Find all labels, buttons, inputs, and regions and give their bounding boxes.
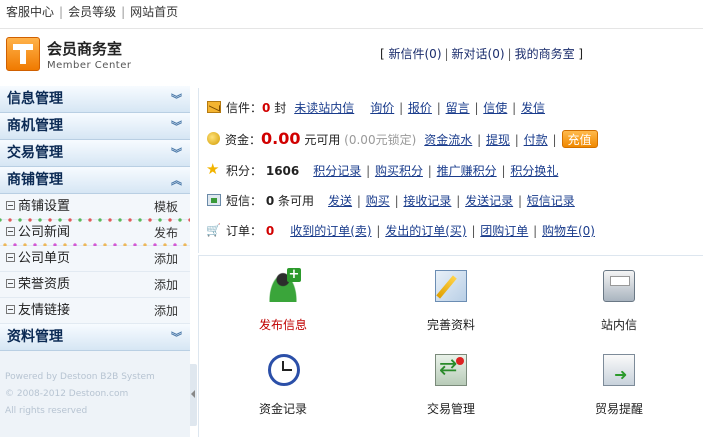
sidebar-section-profile[interactable]: 资料管理 ︾ [0, 324, 190, 351]
minus-box-icon [6, 305, 15, 314]
logo-icon [6, 37, 40, 71]
received-orders-link[interactable]: 收到的订单(卖) [290, 224, 371, 238]
sidebar-section-info[interactable]: 信息管理 ︾ [0, 86, 190, 113]
sidebar-item-action[interactable]: 添加 [154, 246, 178, 272]
logo-title: 会员商务室 [47, 40, 123, 58]
quote-link[interactable]: 报价 [408, 101, 432, 115]
shortcut-grid: 发布信息 完善资料 站内信 资金记录 交易管理 贸易提醒 [198, 255, 703, 437]
shortcut-trade[interactable]: 交易管理 [367, 340, 535, 424]
chevron-up-icon: ︽ [171, 174, 182, 187]
sms-history-link[interactable]: 短信记录 [527, 194, 575, 208]
messenger-link[interactable]: 信使 [483, 101, 507, 115]
account-summary: 信件：0 封未读站内信 询价 | 报价 | 留言 | 信使 | 发信 资金：0.0… [198, 88, 703, 253]
funds-row: 资金：0.00 元可用 (0.00元锁定) 资金流水 | 提现 | 付款 | 充值 [207, 129, 598, 149]
sidebar-item-friend-links[interactable]: 友情链接 添加 [0, 298, 190, 324]
my-office-link[interactable]: 我的商务室 [515, 47, 575, 61]
publish-user-icon [267, 268, 301, 302]
points-row: 积分： 1606积分记录 | 购买积分 | 推广赚积分 | 积分换礼 [206, 159, 558, 181]
sidebar: 信息管理 ︾ 商机管理 ︾ 交易管理 ︾ 商铺管理 ︽ 商铺设置 模板 公司新闻 发布 公司… [0, 86, 190, 437]
promote-points-link[interactable]: 推广赚积分 [437, 164, 497, 178]
edit-profile-icon [435, 270, 467, 302]
remind-icon [603, 354, 635, 386]
divider: | [121, 5, 126, 19]
withdraw-link[interactable]: 提现 [486, 133, 510, 147]
inbox-icon [603, 270, 635, 302]
trade-icon [435, 354, 467, 386]
sidebar-item-action[interactable]: 添加 [154, 298, 178, 324]
sms-sent-link[interactable]: 发送记录 [465, 194, 513, 208]
coin-icon [207, 132, 220, 145]
shortcut-edit-profile[interactable]: 完善资料 [367, 256, 535, 340]
sidebar-section-shop[interactable]: 商铺管理 ︽ [0, 167, 190, 194]
sidebar-section-trade[interactable]: 交易管理 ︾ [0, 140, 190, 167]
chevron-down-icon: ︾ [171, 147, 182, 160]
mail-count: 0 [262, 101, 271, 115]
star-icon [206, 159, 221, 179]
logo-subtitle: Member Center [47, 60, 132, 71]
header-links: [ 新信件(0) | 新对话(0) | 我的商务室 ] [380, 47, 584, 61]
top-bar: 客服中心 | 会员等级 | 网站首页 [0, 0, 703, 24]
sidebar-item-company-news[interactable]: 公司新闻 发布 [0, 218, 190, 247]
sms-send-link[interactable]: 发送 [328, 194, 352, 208]
top-link-service[interactable]: 客服中心 [6, 5, 54, 19]
chevron-down-icon: ︾ [171, 331, 182, 344]
mail-row: 信件：0 封未读站内信 询价 | 报价 | 留言 | 信使 | 发信 [207, 98, 545, 118]
minus-box-icon [6, 227, 15, 236]
cart-icon [206, 220, 221, 240]
sidebar-item-company-page[interactable]: 公司单页 添加 [0, 246, 190, 272]
sms-row: 短信： 0 条可用 发送 | 购买 | 接收记录 | 发送记录 | 短信记录 [207, 191, 575, 211]
copyright: Powered by Destoon B2B System © 2008-201… [5, 372, 155, 416]
new-mail-link[interactable]: 新信件(0) [389, 47, 442, 61]
shortcut-publish[interactable]: 发布信息 [199, 256, 367, 340]
inquiry-link[interactable]: 询价 [370, 101, 394, 115]
points-gift-link[interactable]: 积分换礼 [510, 164, 558, 178]
cart-link[interactable]: 购物车(0) [542, 224, 595, 238]
minus-box-icon [6, 201, 15, 210]
top-link-level[interactable]: 会员等级 [68, 5, 116, 19]
mail-icon [207, 101, 221, 113]
orders-count: 0 [265, 224, 275, 238]
points-history-link[interactable]: 积分记录 [313, 164, 361, 178]
send-mail-link[interactable]: 发信 [521, 101, 545, 115]
group-orders-link[interactable]: 团购订单 [480, 224, 528, 238]
chevron-down-icon: ︾ [171, 120, 182, 133]
funds-flow-link[interactable]: 资金流水 [424, 133, 472, 147]
sms-icon [207, 194, 221, 206]
recharge-button[interactable]: 充值 [561, 130, 598, 148]
clock-icon [268, 354, 300, 386]
message-link[interactable]: 留言 [446, 101, 470, 115]
sidebar-collapse-handle[interactable] [190, 364, 197, 426]
divider: | [59, 5, 64, 19]
shortcut-trade-remind[interactable]: 贸易提醒 [535, 340, 703, 424]
sent-orders-link[interactable]: 发出的订单(买) [385, 224, 466, 238]
minus-box-icon [6, 253, 15, 262]
new-chat-link[interactable]: 新对话(0) [452, 47, 505, 61]
sidebar-section-business[interactable]: 商机管理 ︾ [0, 113, 190, 140]
pay-link[interactable]: 付款 [524, 133, 548, 147]
sidebar-item-shop-settings[interactable]: 商铺设置 模板 [0, 194, 190, 220]
orders-row: 订单： 0收到的订单(卖) | 发出的订单(买) | 团购订单 | 购物车(0) [206, 220, 595, 241]
top-link-home[interactable]: 网站首页 [130, 5, 178, 19]
minus-box-icon [6, 279, 15, 288]
sms-amount: 0 [265, 194, 275, 208]
sidebar-item-action[interactable]: 模板 [154, 194, 178, 220]
chevron-down-icon: ︾ [171, 93, 182, 106]
sidebar-item-honors[interactable]: 荣誉资质 添加 [0, 272, 190, 298]
shortcut-funds-record[interactable]: 资金记录 [199, 340, 367, 424]
funds-locked: (0.00元锁定) [344, 133, 417, 147]
sms-received-link[interactable]: 接收记录 [403, 194, 451, 208]
sms-buy-link[interactable]: 购买 [366, 194, 390, 208]
sidebar-item-action[interactable]: 添加 [154, 272, 178, 298]
buy-points-link[interactable]: 购买积分 [375, 164, 423, 178]
unread-mail-link[interactable]: 未读站内信 [294, 101, 354, 115]
shortcut-inbox[interactable]: 站内信 [535, 256, 703, 340]
header: 会员商务室 Member Center [ 新信件(0) | 新对话(0) | 我的商务… [0, 28, 703, 76]
funds-amount: 0.00 [261, 129, 301, 148]
points-amount: 1606 [265, 164, 300, 178]
